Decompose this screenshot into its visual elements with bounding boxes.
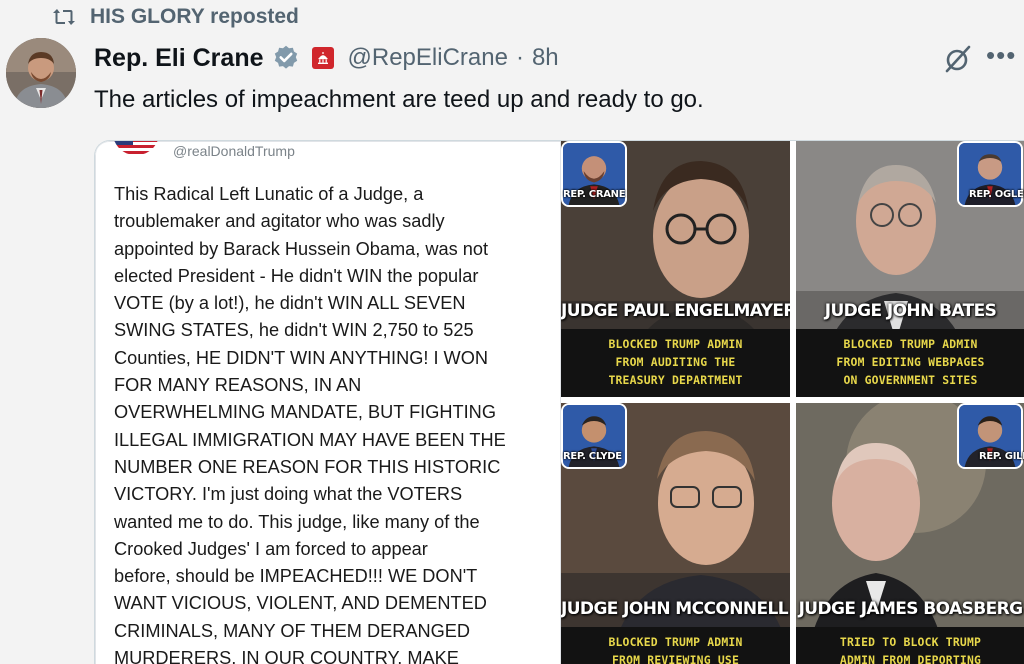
- repost-icon: [53, 9, 75, 25]
- screenshot-line: OVERWHELMING MANDATE, BUT FIGHTING: [114, 402, 496, 423]
- rep-label: REP. CLYDE: [563, 451, 622, 462]
- judge-card[interactable]: REP. OGLES JUDGE JOHN BATES BLOCKED TRUM…: [796, 141, 1024, 397]
- rep-label: REP. OGLES: [969, 189, 1024, 200]
- separator: ·: [515, 44, 524, 71]
- judge-card[interactable]: REP. CLYDE JUDGE JOHN MCCONNELL JR. BLOC…: [561, 403, 790, 664]
- grok-icon[interactable]: [943, 44, 973, 74]
- repost-label: HIS GLORY reposted: [90, 5, 299, 28]
- screenshot-line: Crooked Judges' I am forced to appear: [114, 538, 428, 559]
- screenshot-line: VICTORY. I'm just doing what the VOTERS: [114, 484, 463, 505]
- screenshot-line: FOR MANY REASONS, IN AN: [114, 375, 362, 396]
- screenshot-line: VOTE (by a lot!), he didn't WIN ALL SEVE…: [114, 293, 466, 314]
- rep-label: REP. GILL: [979, 451, 1024, 462]
- screenshot-line: MURDERERS, IN OUR COUNTRY. MAKE: [114, 648, 459, 664]
- judge-caption: BLOCKED TRUMP ADMIN FROM EDITING WEBPAGE…: [796, 329, 1024, 397]
- verified-badge-icon[interactable]: [272, 44, 300, 72]
- judge-name: JUDGE JOHN BATES: [824, 301, 997, 321]
- rep-label: REP. CRANE: [563, 189, 626, 200]
- capitol-icon[interactable]: [311, 47, 334, 69]
- tweet-text: The articles of impeachment are teed up …: [94, 86, 704, 113]
- screenshot-line: elected President - He didn't WIN the po…: [114, 265, 479, 286]
- screenshot-line: This Radical Left Lunatic of a Judge, a: [114, 184, 424, 204]
- screenshot-line: NUMBER ONE REASON FOR THIS HISTORIC: [114, 456, 501, 477]
- judge-name: JUDGE PAUL ENGELMAYER: [561, 301, 790, 321]
- screenshot-line: appointed by Barack Hussein Obama, was n…: [114, 238, 489, 259]
- quoted-post-screenshot[interactable]: @realDonaldTrump This Radical Left Lunat…: [95, 141, 561, 664]
- screenshot-line: troublemaker and agitator who was sadly: [114, 211, 445, 232]
- judge-card[interactable]: REP. CRANE JUDGE PAUL ENGELMAYER BLOCKED…: [561, 141, 790, 397]
- judge-caption: TRIED TO BLOCK TRUMP ADMIN FROM DEPORTIN…: [796, 627, 1024, 664]
- tweet-time[interactable]: 8h: [532, 44, 559, 72]
- screenshot-line: ILLEGAL IMMIGRATION MAY HAVE BEEN THE: [114, 429, 506, 450]
- author-name[interactable]: Rep. Eli Crane: [94, 44, 264, 73]
- judge-grid: REP. CRANE JUDGE PAUL ENGELMAYER BLOCKED…: [561, 141, 1024, 664]
- judge-caption: BLOCKED TRUMP ADMIN FROM AUDITING THE TR…: [561, 329, 790, 397]
- more-icon[interactable]: •••: [986, 42, 1020, 70]
- screenshot-line: SWING STATES, he didn't WIN 2,750 to 525: [114, 320, 474, 341]
- screenshot-line: CRIMINALS, MANY OF THEM DERANGED: [114, 620, 471, 641]
- judge-name: JUDGE JAMES BOASBERG: [798, 599, 1023, 619]
- repost-indicator[interactable]: HIS GLORY reposted: [52, 4, 299, 30]
- judge-caption: BLOCKED TRUMP ADMIN FROM REVIEWING USE: [561, 627, 790, 664]
- screenshot-body: This Radical Left Lunatic of a Judge, a …: [114, 181, 554, 664]
- screenshot-handle: @realDonaldTrump: [173, 143, 295, 159]
- judge-name: JUDGE JOHN MCCONNELL JR.: [561, 599, 790, 619]
- judge-card[interactable]: REP. GILL JUDGE JAMES BOASBERG TRIED TO …: [796, 403, 1024, 664]
- screenshot-line: wanted me to do. This judge, like many o…: [114, 511, 480, 532]
- tweet-media[interactable]: @realDonaldTrump This Radical Left Lunat…: [94, 140, 1024, 664]
- screenshot-line: Counties, HE DIDN'T WIN ANYTHING! I WON: [114, 347, 489, 368]
- author-handle[interactable]: @RepEliCrane: [348, 44, 508, 72]
- tweet-header: Rep. Eli Crane @RepEliCrane · 8h: [94, 38, 559, 78]
- screenshot-line: WANT VICIOUS, VIOLENT, AND DEMENTED: [114, 593, 487, 614]
- avatar[interactable]: [6, 38, 76, 108]
- screenshot-line: before, should be IMPEACHED!!! WE DON'T: [114, 566, 478, 587]
